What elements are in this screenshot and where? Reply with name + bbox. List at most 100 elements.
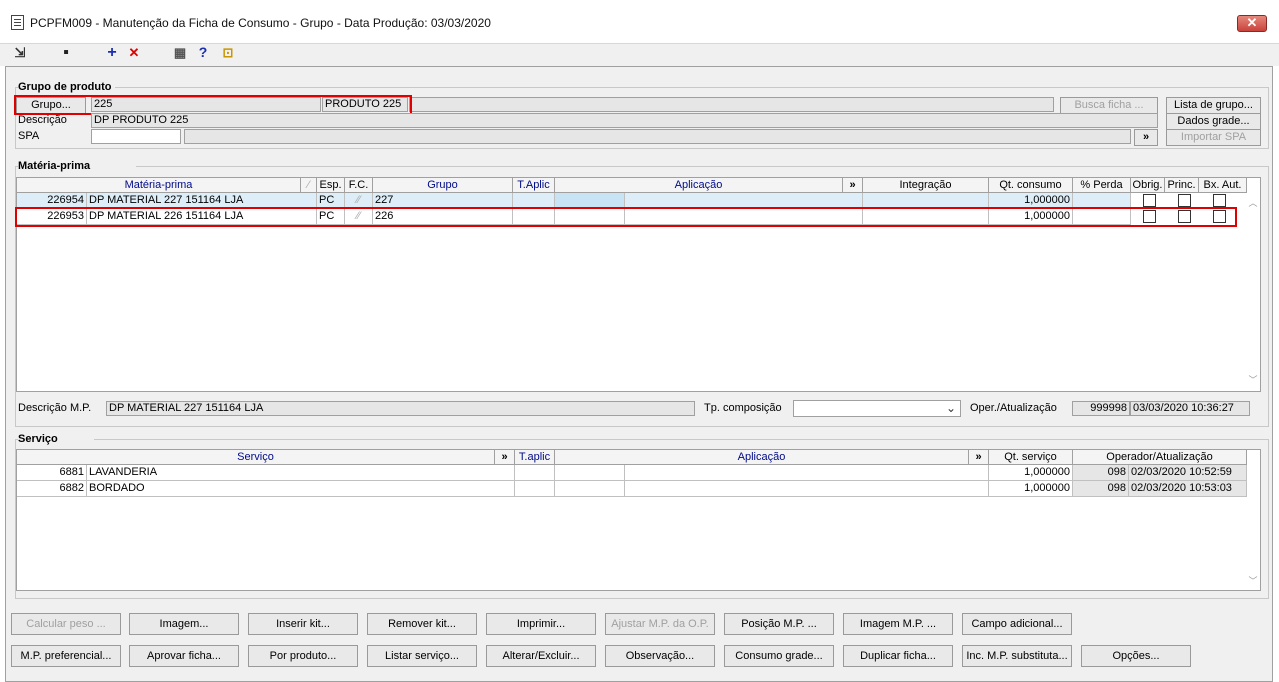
col-servico-taplic[interactable]: T.aplic: [515, 450, 555, 465]
col-servico[interactable]: Serviço: [17, 450, 495, 465]
imagem-mp-button[interactable]: Imagem M.P. ...: [843, 613, 953, 635]
materia-section-title: Matéria-prima: [18, 160, 136, 172]
table-row-aplicacao[interactable]: [625, 465, 989, 481]
col-integracao[interactable]: Integração: [863, 178, 989, 193]
window-title: PCPFM009 - Manutenção da Ficha de Consum…: [30, 16, 491, 30]
table-row-code[interactable]: 6881: [17, 465, 87, 481]
col-aplicacao-more[interactable]: »: [843, 178, 863, 193]
col-materia-resize: ⁄: [301, 178, 317, 193]
highlight-row-2: [15, 207, 1237, 227]
col-perda[interactable]: % Perda: [1073, 178, 1131, 193]
delete-icon[interactable]: ✕: [126, 44, 142, 62]
tp-composicao-select[interactable]: [793, 400, 961, 417]
table-row-1-bxaut-checkbox[interactable]: [1213, 194, 1226, 207]
col-obrig[interactable]: Obrig.: [1131, 178, 1165, 193]
col-materia-prima[interactable]: Matéria-prima: [17, 178, 301, 193]
listar-servico-button[interactable]: Listar serviço...: [367, 645, 477, 667]
campo-adicional-button[interactable]: Campo adicional...: [962, 613, 1072, 635]
posicao-mp-button[interactable]: Posição M.P. ...: [724, 613, 834, 635]
col-aplicacao[interactable]: Aplicação: [555, 178, 843, 193]
highlight-grupo: [14, 95, 412, 115]
col-qt-consumo[interactable]: Qt. consumo: [989, 178, 1073, 193]
help-icon[interactable]: ?: [196, 44, 210, 62]
duplicar-ficha-button[interactable]: Duplicar ficha...: [843, 645, 953, 667]
observacao-button[interactable]: Observação...: [605, 645, 715, 667]
col-taplic[interactable]: T.Aplic: [513, 178, 555, 193]
imagem-button[interactable]: Imagem...: [129, 613, 239, 635]
scroll-down-icon[interactable]: ﹀: [1247, 373, 1259, 386]
mp-preferencial-button[interactable]: M.P. preferencial...: [11, 645, 121, 667]
table-row-qt[interactable]: 1,000000: [989, 465, 1073, 481]
table-row-name[interactable]: LAVANDERIA: [87, 465, 515, 481]
por-produto-button[interactable]: Por produto...: [248, 645, 358, 667]
main-panel: Grupo de produto Grupo... 225 PRODUTO 22…: [5, 66, 1273, 682]
table-row-date: 02/03/2020 10:52:59: [1129, 465, 1247, 481]
busca-ficha-button[interactable]: Busca ficha ...: [1060, 97, 1158, 114]
dados-grade-button[interactable]: Dados grade...: [1166, 113, 1261, 130]
inc-mp-substituta-button[interactable]: Inc. M.P. substituta...: [962, 645, 1072, 667]
table-row-code[interactable]: 6882: [17, 481, 87, 497]
col-qt-servico[interactable]: Qt. serviço: [989, 450, 1073, 465]
table-row-qt[interactable]: 1,000000: [989, 481, 1073, 497]
alterar-excluir-button[interactable]: Alterar/Excluir...: [486, 645, 596, 667]
grupo-extra-field: [409, 97, 1054, 112]
aprovar-ficha-button[interactable]: Aprovar ficha...: [129, 645, 239, 667]
spa-input[interactable]: [91, 129, 181, 144]
spa-more-button[interactable]: »: [1134, 129, 1158, 146]
table-row-1-obrig-checkbox[interactable]: [1143, 194, 1156, 207]
calculator-icon[interactable]: ▦: [172, 44, 188, 62]
col-servico-aplicacao[interactable]: Aplicação: [555, 450, 969, 465]
lista-grupo-button[interactable]: Lista de grupo...: [1166, 97, 1261, 114]
tp-composicao-label: Tp. composição: [704, 402, 782, 414]
save-icon[interactable]: ▪: [58, 44, 74, 62]
table-row-1-princ-checkbox[interactable]: [1178, 194, 1191, 207]
consumo-grade-button[interactable]: Consumo grade...: [724, 645, 834, 667]
exit-icon[interactable]: ⇲: [12, 44, 28, 62]
servico-grid: Serviço » T.aplic Aplicação » Qt. serviç…: [16, 449, 1261, 591]
descricao-mp-field: DP MATERIAL 227 151164 LJA: [106, 401, 695, 416]
descricao-mp-label: Descrição M.P.: [18, 402, 92, 414]
descricao-field: DP PRODUTO 225: [91, 113, 1158, 128]
col-grupo[interactable]: Grupo: [373, 178, 513, 193]
table-row-oper: 098: [1073, 465, 1129, 481]
servico-section-title: Serviço: [18, 433, 94, 445]
col-fc[interactable]: F.C.: [345, 178, 373, 193]
opcoes-button[interactable]: Opções...: [1081, 645, 1191, 667]
table-row-oper: 098: [1073, 481, 1129, 497]
spa-label: SPA: [18, 130, 40, 142]
close-button[interactable]: ✕: [1237, 15, 1267, 32]
calcular-peso-button[interactable]: Calcular peso ...: [11, 613, 121, 635]
col-operador[interactable]: Operador/Atualização: [1073, 450, 1247, 465]
title-bar: PCPFM009 - Manutenção da Ficha de Consum…: [0, 0, 1279, 44]
door-exit-icon[interactable]: ⊡: [220, 44, 236, 62]
col-bx-aut[interactable]: Bx. Aut.: [1199, 178, 1247, 193]
add-icon[interactable]: +: [104, 44, 120, 62]
oper-atualizacao-label: Oper./Atualização: [970, 402, 1057, 414]
oper-date-field: 03/03/2020 10:36:27: [1130, 401, 1250, 416]
oper-user-field: 999998: [1072, 401, 1130, 416]
importar-spa-button[interactable]: Importar SPA: [1166, 129, 1261, 146]
chevron-down-icon[interactable]: ⌄: [946, 401, 956, 415]
table-row-taplic[interactable]: [515, 465, 555, 481]
table-row-date: 02/03/2020 10:53:03: [1129, 481, 1247, 497]
table-row-aplic-code[interactable]: [555, 481, 625, 497]
col-servico-more[interactable]: »: [495, 450, 515, 465]
col-princ[interactable]: Princ.: [1165, 178, 1199, 193]
col-esp[interactable]: Esp.: [317, 178, 345, 193]
scroll-down-icon[interactable]: ﹀: [1247, 574, 1259, 587]
ajustar-mp-button[interactable]: Ajustar M.P. da O.P.: [605, 613, 715, 635]
descricao-label: Descrição: [18, 114, 67, 126]
col-servico-aplicacao-more[interactable]: »: [969, 450, 989, 465]
spa-description-field: [184, 129, 1131, 144]
table-row-aplicacao[interactable]: [625, 481, 989, 497]
table-row-aplic-code[interactable]: [555, 465, 625, 481]
grupo-section-title: Grupo de produto: [18, 81, 116, 93]
table-row-name[interactable]: BORDADO: [87, 481, 515, 497]
imprimir-button[interactable]: Imprimir...: [486, 613, 596, 635]
remover-kit-button[interactable]: Remover kit...: [367, 613, 477, 635]
toolbar: ⇲ ▪ + ✕ ▦ ? ⊡: [0, 44, 1279, 66]
table-row-taplic[interactable]: [515, 481, 555, 497]
inserir-kit-button[interactable]: Inserir kit...: [248, 613, 358, 635]
scroll-up-icon[interactable]: ︿: [1247, 196, 1259, 209]
document-icon: [11, 15, 24, 30]
